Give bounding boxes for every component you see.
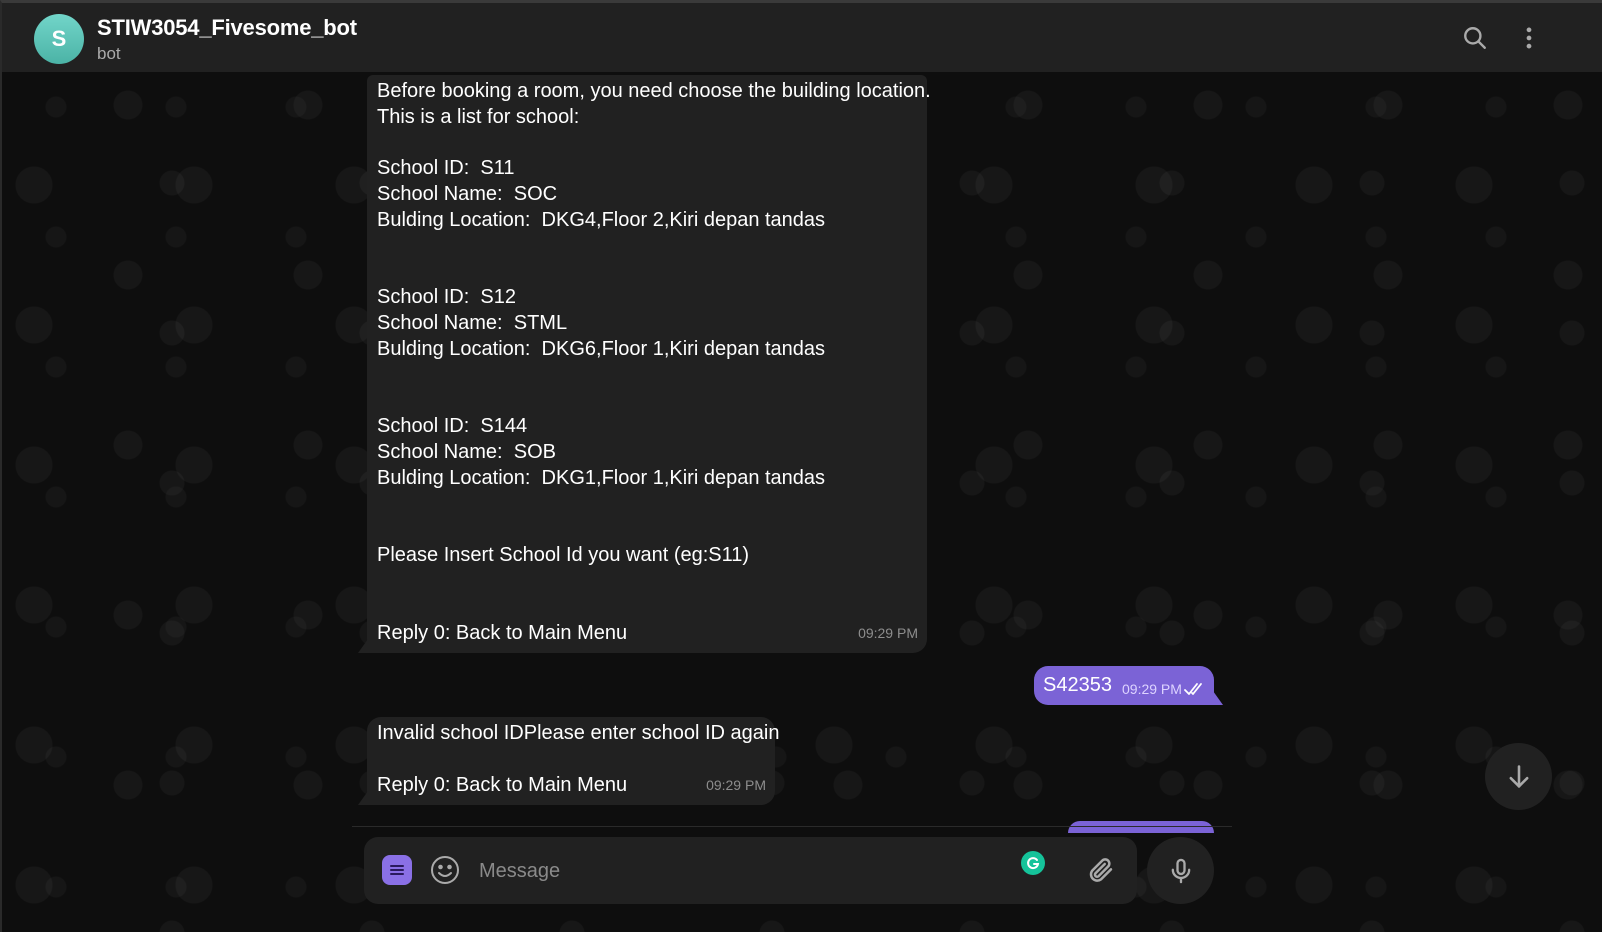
message-line: School Name: STML: [377, 312, 568, 335]
scroll-down-button[interactable]: [1485, 743, 1552, 810]
message-line: [377, 234, 917, 260]
message-line: [377, 595, 917, 621]
menu-icon: [390, 865, 404, 875]
message-line: Bulding Location: DKG4,Floor 2,Kiri depa…: [377, 208, 826, 231]
emoji-icon[interactable]: [429, 854, 461, 886]
chat-title[interactable]: STIW3054_Fivesome_bot: [97, 15, 357, 41]
message-time: 09:29 PM: [858, 625, 918, 642]
message-line: [377, 747, 765, 773]
bot-menu-button[interactable]: [382, 855, 412, 885]
message-time-status: 09:29 PM: [1122, 681, 1206, 697]
chat-header: S STIW3054_Fivesome_bot bot: [2, 3, 1602, 72]
message-bubble-incoming[interactable]: Before booking a room, you need choose t…: [367, 75, 931, 653]
message-line: Bulding Location: DKG1,Floor 1,Kiri depa…: [377, 466, 826, 489]
message-input[interactable]: [479, 854, 999, 888]
message-bubble-outgoing[interactable]: S42353 09:29 PM: [1034, 666, 1214, 705]
message-text: S42353: [1043, 674, 1112, 696]
composer-divider: [352, 826, 1232, 827]
message-line: Please Insert School Id you want (eg:S11…: [377, 544, 750, 567]
message-time: 09:29 PM: [706, 777, 766, 794]
message-line: [377, 363, 917, 389]
message-line: School ID: S11: [377, 157, 515, 180]
message-line: [377, 260, 917, 286]
message-line: [377, 492, 917, 518]
message-line: Invalid school IDPlease enter school ID …: [377, 722, 780, 744]
message-composer: [364, 837, 1137, 904]
more-vertical-icon[interactable]: [1514, 23, 1544, 53]
message-bubble-outgoing-partial[interactable]: [1068, 821, 1214, 833]
record-voice-button[interactable]: [1147, 837, 1214, 904]
message-line: School ID: S12: [377, 286, 516, 309]
message-line: [377, 518, 917, 544]
attach-icon[interactable]: [1086, 855, 1116, 885]
search-icon[interactable]: [1460, 23, 1490, 53]
message-line: Bulding Location: DKG6,Floor 1,Kiri depa…: [377, 337, 826, 360]
message-line: Reply 0: Back to Main Menu: [377, 621, 628, 644]
telegram-chat-window: S STIW3054_Fivesome_bot bot Before booki…: [0, 0, 1602, 932]
avatar[interactable]: S: [34, 14, 84, 64]
message-line: [377, 389, 917, 415]
microphone-icon: [1171, 858, 1190, 883]
message-line: School ID: S144: [377, 415, 528, 438]
message-line: Before booking a room, you need choose t…: [377, 80, 931, 102]
message-line: [377, 131, 917, 157]
message-line: School Name: SOC: [377, 183, 558, 206]
message-line: This is a list for school:: [377, 105, 580, 128]
message-line: School Name: SOB: [377, 441, 556, 464]
chat-subtitle: bot: [97, 44, 121, 63]
message-time: 09:29 PM: [1122, 681, 1182, 697]
double-check-icon: [1184, 683, 1202, 695]
message-bubble-incoming[interactable]: Invalid school IDPlease enter school ID …: [367, 717, 780, 805]
arrow-down-icon: [1509, 764, 1528, 788]
message-line: [377, 569, 917, 595]
grammarly-icon[interactable]: [1021, 851, 1045, 875]
